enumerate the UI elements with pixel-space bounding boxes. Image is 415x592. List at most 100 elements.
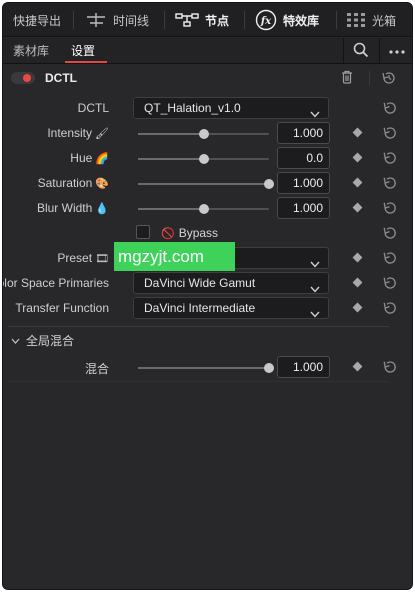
global-blend-section-header[interactable]: 全局混合 <box>11 331 74 349</box>
reset-icon[interactable] <box>382 250 398 269</box>
preset-label: Preset 🎞 <box>57 251 109 265</box>
section-divider <box>8 326 389 327</box>
toggle-dot <box>23 74 31 82</box>
keyframe-diamond-icon[interactable] <box>352 202 363 213</box>
keyframe-diamond-icon[interactable] <box>352 277 363 288</box>
intensity-row: Intensity 🖌 1.000 <box>3 121 412 146</box>
search-icon <box>353 42 369 61</box>
toolbar-divider <box>336 11 337 29</box>
reset-icon[interactable] <box>382 300 398 319</box>
quick-export-button[interactable]: 快捷导出 <box>13 3 61 37</box>
intensity-slider[interactable] <box>138 129 269 139</box>
global-blend-label: 全局混合 <box>26 333 75 348</box>
keyframe-diamond-icon[interactable] <box>352 252 363 263</box>
reset-icon[interactable] <box>382 125 398 144</box>
paintbrush-icon: 🖌 <box>95 127 109 140</box>
timeline-button[interactable]: 时间线 <box>85 3 149 37</box>
slider-fill <box>138 367 269 369</box>
transfer-function-label: Transfer Function <box>15 301 109 315</box>
intensity-value[interactable]: 1.000 <box>277 122 330 144</box>
keyframe-diamond-icon[interactable] <box>352 127 363 138</box>
hue-row: Hue 🌈 0.0 <box>3 146 412 171</box>
slider-fill <box>138 208 204 210</box>
active-tab-indicator <box>65 61 107 63</box>
transfer-function-value: DaVinci Intermediate <box>144 301 256 315</box>
mix-row: 混合 1.000 <box>3 355 412 380</box>
nodes-label: 节点 <box>205 13 230 28</box>
more-icon <box>388 44 406 58</box>
more-options-button[interactable] <box>379 38 412 64</box>
keyframe-diamond-icon[interactable] <box>352 302 363 313</box>
blur-width-row: Blur Width 💧 1.000 <box>3 196 412 221</box>
nodes-button[interactable]: 节点 <box>175 3 229 37</box>
dctl-row: DCTL QT_Halation_v1.0 <box>3 96 412 121</box>
dctl-select[interactable]: QT_Halation_v1.0 <box>133 97 329 119</box>
node-title: DCTL <box>45 71 77 85</box>
reset-icon[interactable] <box>382 225 398 244</box>
color-space-row: Color Space Primaries DaVinci Wide Gamut <box>3 271 412 296</box>
saturation-slider[interactable] <box>138 179 274 189</box>
mix-slider[interactable] <box>138 363 274 373</box>
lightbox-button[interactable]: 光箱 <box>346 3 396 37</box>
trash-icon[interactable] <box>341 70 353 87</box>
bypass-text: Bypass <box>178 226 219 240</box>
keyframe-diamond-icon[interactable] <box>352 177 363 188</box>
mix-value[interactable]: 1.000 <box>277 356 330 378</box>
inspector-tabs: 素材库 设置 <box>3 38 412 64</box>
film-icon: 🎞 <box>95 252 109 265</box>
reset-icon[interactable] <box>382 150 398 169</box>
dctl-label: DCTL <box>77 101 109 115</box>
saturation-label: Saturation 🎨 <box>38 176 109 190</box>
rainbow-icon: 🌈 <box>95 152 109 165</box>
chevron-down-icon <box>310 304 320 324</box>
transfer-function-row: Transfer Function DaVinci Intermediate <box>3 296 412 321</box>
hue-value[interactable]: 0.0 <box>277 147 330 169</box>
watermark: mgzyjt.com <box>114 242 235 271</box>
chevron-down-icon <box>11 333 20 347</box>
blur-width-text: Blur Width <box>36 201 93 215</box>
quick-export-label: 快捷导出 <box>13 13 62 28</box>
dctl-value: QT_Halation_v1.0 <box>144 101 241 115</box>
slider-knob[interactable] <box>264 179 274 189</box>
node-enable-toggle[interactable] <box>11 72 35 84</box>
slider-knob[interactable] <box>264 363 274 373</box>
intensity-label: Intensity 🖌 <box>47 126 109 140</box>
mix-label: 混合 <box>84 362 109 376</box>
color-space-select[interactable]: DaVinci Wide Gamut <box>133 272 329 294</box>
intensity-text: Intensity <box>47 126 93 140</box>
reset-icon[interactable] <box>382 275 398 294</box>
history-reset-icon[interactable] <box>381 70 397 89</box>
saturation-row: Saturation 🎨 1.000 <box>3 171 412 196</box>
bypass-checkbox[interactable] <box>136 225 150 239</box>
nodes-icon <box>175 12 199 28</box>
tab-media-pool[interactable]: 素材库 <box>13 38 49 64</box>
reset-icon[interactable] <box>382 200 398 219</box>
keyframe-diamond-icon[interactable] <box>352 152 363 163</box>
svg-text:fx: fx <box>260 16 272 27</box>
search-button[interactable] <box>343 38 377 64</box>
reset-icon[interactable] <box>382 100 398 119</box>
effects-button[interactable]: fx 特效库 <box>255 3 319 37</box>
droplet-icon: 💧 <box>95 202 109 215</box>
timeline-icon <box>85 12 107 28</box>
reset-icon[interactable] <box>382 359 398 378</box>
toolbar-divider <box>73 11 74 29</box>
timeline-label: 时间线 <box>113 13 150 28</box>
reset-icon[interactable] <box>382 175 398 194</box>
saturation-value[interactable]: 1.000 <box>277 172 330 194</box>
slider-fill <box>138 133 204 135</box>
slider-knob[interactable] <box>198 129 209 139</box>
blur-width-value[interactable]: 1.000 <box>277 197 330 219</box>
transfer-function-select[interactable]: DaVinci Intermediate <box>133 297 329 319</box>
lightbox-icon <box>346 12 366 28</box>
slider-knob[interactable] <box>198 154 209 164</box>
keyframe-diamond-icon[interactable] <box>352 361 363 372</box>
slider-fill <box>138 183 269 185</box>
color-space-value: DaVinci Wide Gamut <box>144 276 256 290</box>
toolbar-divider <box>164 11 165 29</box>
blur-width-slider[interactable] <box>138 204 269 214</box>
slider-knob[interactable] <box>198 204 209 214</box>
prohibited-icon: 🚫 <box>161 226 175 240</box>
palette-icon: 🎨 <box>95 177 109 190</box>
hue-slider[interactable] <box>138 154 269 164</box>
